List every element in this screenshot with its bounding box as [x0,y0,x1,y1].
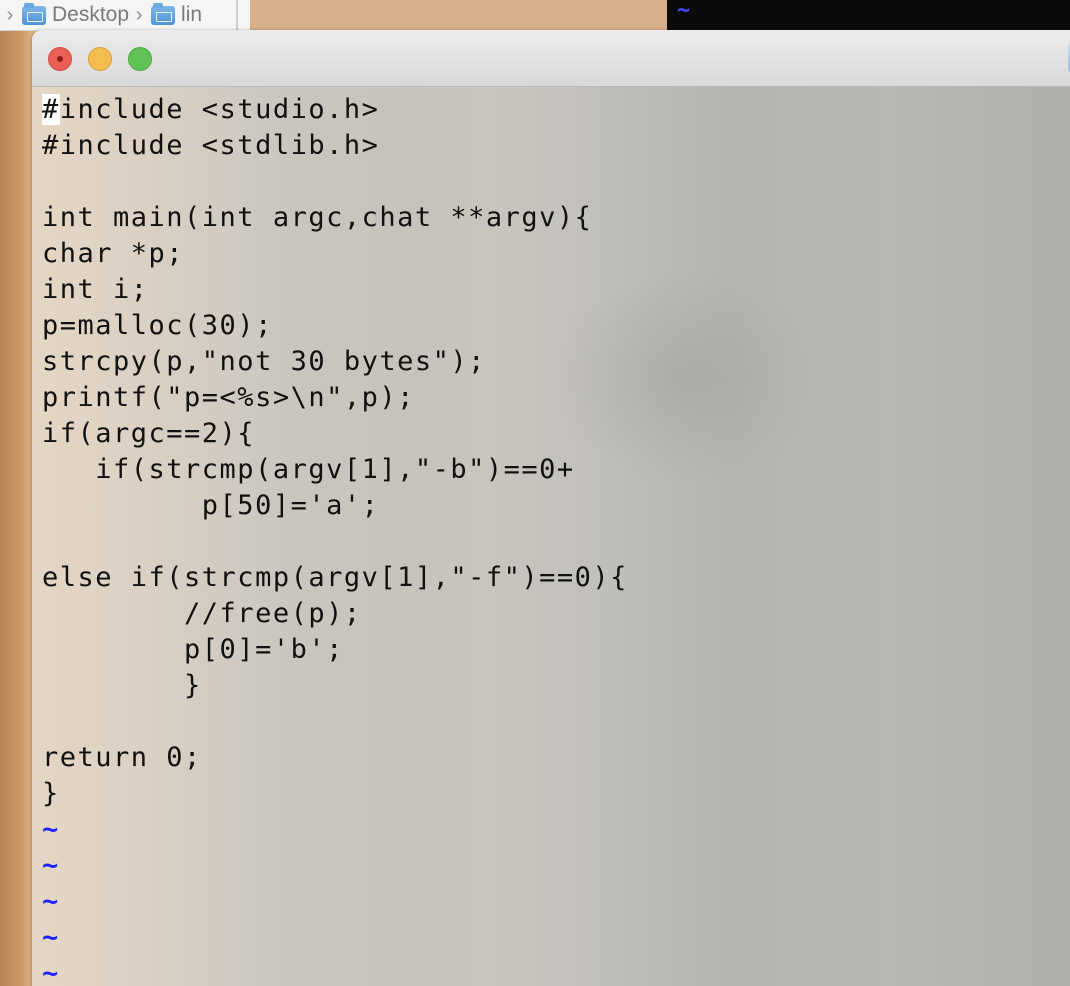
code-line: char *p; [42,238,185,269]
code-line: p[50]='a'; [42,490,380,521]
empty-line-marker: ~ [42,922,60,953]
empty-line-marker: ~ [42,958,60,986]
text-cursor: # [42,94,60,125]
empty-line-marker: ~ [42,814,60,845]
code-line: p=malloc(30); [42,310,273,341]
folder-icon [151,2,176,25]
empty-line-marker: ~ [42,886,60,917]
pane-divider [236,0,238,30]
code-line: printf("p=<%s>\n",p); [42,382,415,413]
window-titlebar[interactable] [32,30,1070,87]
empty-line-marker: ~ [42,850,60,881]
code-line: } [42,670,202,701]
code-line: int main(int argc,chat **argv){ [42,202,593,233]
code-line: p[0]='b'; [42,634,344,665]
terminal-window[interactable]: #include <studio.h> #include <stdlib.h> … [32,30,1070,986]
code-line: return 0; [42,742,202,773]
code-area[interactable]: #include <studio.h> #include <stdlib.h> … [42,92,628,986]
tilde-marker: ~ [677,0,691,23]
code-line: } [42,778,60,809]
maximize-button[interactable] [128,47,152,71]
folder-icon [22,2,46,25]
chevron-right-icon: › [6,3,14,26]
breadcrumb-folder[interactable]: lin [181,3,202,27]
code-line: if(strcmp(argv[1],"-b")==0+ [42,454,575,485]
code-line: int i; [42,274,149,305]
minimize-button[interactable] [88,47,112,71]
code-line: else if(strcmp(argv[1],"-f")==0){ [42,562,628,593]
code-line: //free(p); [42,598,362,629]
code-line: #include <studio.h> [42,92,628,128]
chevron-right-icon: › [135,3,143,26]
code-line: if(argc==2){ [42,418,256,449]
breadcrumb-desktop[interactable]: Desktop [52,3,129,27]
close-button[interactable] [48,47,72,71]
code-text: include <studio.h> [59,94,380,125]
finder-path-bar: › Desktop › lin [0,0,250,31]
desktop: › Desktop › lin ~ #include <studio.h> #i… [0,0,1070,986]
code-line: #include <stdlib.h> [42,130,380,161]
vim-editor[interactable]: #include <studio.h> #include <stdlib.h> … [32,87,1070,986]
background-terminal-window[interactable]: ~ [667,0,1070,30]
code-line: strcpy(p,"not 30 bytes"); [42,346,486,377]
